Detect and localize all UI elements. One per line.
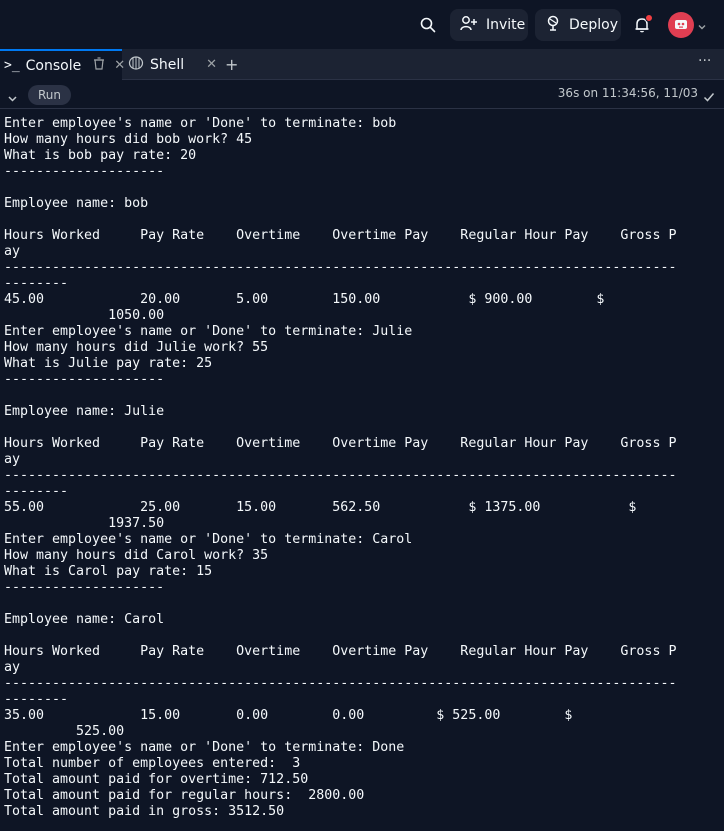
tab-bar: >_ Console ✕ Shell ✕ + ··· bbox=[0, 49, 724, 80]
tab-console-label: Console bbox=[25, 57, 82, 74]
console-line: What is Carol pay rate: 15 bbox=[4, 564, 213, 579]
console-line: How many hours did Carol work? 35 bbox=[4, 548, 269, 563]
tab-console[interactable]: >_ Console ✕ bbox=[0, 49, 125, 80]
console-line: Hours Worked Pay Rate Overtime Overtime … bbox=[4, 436, 677, 451]
shell-icon bbox=[128, 55, 144, 75]
run-button[interactable]: Run bbox=[28, 85, 72, 105]
console-line: Enter employee's name or 'Done' to termi… bbox=[4, 116, 397, 131]
run-label: Run bbox=[38, 88, 62, 102]
console-line: ----------------------------------------… bbox=[4, 676, 677, 691]
console-line: Total amount paid in gross: 3512.50 bbox=[4, 804, 285, 819]
console-line: Enter employee's name or 'Done' to termi… bbox=[4, 324, 413, 339]
console-line: How many hours did Julie work? 55 bbox=[4, 340, 269, 355]
console-line: ay bbox=[4, 244, 21, 259]
run-status-text: 36s on 11:34:56, 11/03 bbox=[557, 86, 698, 100]
more-options-icon[interactable]: ··· bbox=[698, 53, 711, 69]
close-icon[interactable]: ✕ bbox=[114, 58, 125, 73]
console-line: 1937.50 bbox=[4, 516, 165, 531]
collapse-chevron-icon[interactable] bbox=[7, 89, 18, 108]
console-line: Hours Worked Pay Rate Overtime Overtime … bbox=[4, 644, 677, 659]
console-line: -------------------- bbox=[4, 164, 165, 179]
user-avatar[interactable] bbox=[668, 12, 694, 38]
add-tab-icon[interactable]: + bbox=[225, 55, 238, 74]
invite-label: Invite bbox=[486, 17, 526, 33]
tab-shell[interactable]: Shell ✕ bbox=[128, 49, 218, 80]
search-icon[interactable] bbox=[416, 13, 440, 37]
console-line: Total amount paid for regular hours: 280… bbox=[4, 788, 365, 803]
invite-button[interactable]: Invite bbox=[450, 9, 528, 41]
console-line: ----------------------------------------… bbox=[4, 468, 677, 483]
console-toolbar: Run 36s on 11:34:56, 11/03 bbox=[0, 80, 724, 109]
console-output[interactable]: Enter employee's name or 'Done' to termi… bbox=[4, 116, 720, 820]
close-icon[interactable]: ✕ bbox=[206, 57, 217, 72]
terminal-prompt-icon: >_ bbox=[4, 58, 20, 73]
console-line: Enter employee's name or 'Done' to termi… bbox=[4, 532, 413, 547]
console-line: Total amount paid for overtime: 712.50 bbox=[4, 772, 309, 787]
console-line: Hours Worked Pay Rate Overtime Overtime … bbox=[4, 228, 677, 243]
console-line: What is bob pay rate: 20 bbox=[4, 148, 197, 163]
console-line: -------- bbox=[4, 484, 69, 499]
checkmark-icon bbox=[703, 88, 715, 107]
console-line: Employee name: Carol bbox=[4, 612, 165, 627]
tab-shell-label: Shell bbox=[150, 56, 185, 73]
console-line: Total number of employees entered: 3 bbox=[4, 756, 301, 771]
notifications-bell-icon[interactable] bbox=[630, 13, 654, 37]
notification-badge bbox=[645, 14, 653, 22]
console-line: How many hours did bob work? 45 bbox=[4, 132, 253, 147]
console-line: Enter employee's name or 'Done' to termi… bbox=[4, 740, 405, 755]
console-line: 55.00 25.00 15.00 562.50 $ 1375.00 $ bbox=[4, 500, 637, 515]
console-line: ----------------------------------------… bbox=[4, 260, 677, 275]
console-line: 45.00 20.00 5.00 150.00 $ 900.00 $ bbox=[4, 292, 605, 307]
deploy-button[interactable]: Deploy bbox=[535, 9, 621, 41]
console-line: -------------------- bbox=[4, 372, 165, 387]
console-line: 525.00 bbox=[4, 724, 125, 739]
console-line: What is Julie pay rate: 25 bbox=[4, 356, 213, 371]
console-line: -------------------- bbox=[4, 580, 165, 595]
add-user-icon bbox=[460, 15, 478, 35]
console-line: ay bbox=[4, 452, 21, 467]
deploy-label: Deploy bbox=[569, 17, 619, 33]
console-line: 35.00 15.00 0.00 0.00 $ 525.00 $ bbox=[4, 708, 573, 723]
console-line: -------- bbox=[4, 692, 69, 707]
console-line: ay bbox=[4, 660, 21, 675]
deploy-icon bbox=[545, 15, 561, 35]
console-line: Employee name: bob bbox=[4, 196, 149, 211]
trash-icon[interactable] bbox=[93, 57, 105, 74]
run-status: 36s on 11:34:56, 11/03 bbox=[558, 86, 698, 100]
console-line: -------- bbox=[4, 276, 69, 291]
chevron-down-icon[interactable] bbox=[697, 17, 707, 36]
top-bar: Invite Deploy bbox=[0, 0, 724, 49]
console-line: Employee name: Julie bbox=[4, 404, 165, 419]
console-line: 1050.00 bbox=[4, 308, 165, 323]
